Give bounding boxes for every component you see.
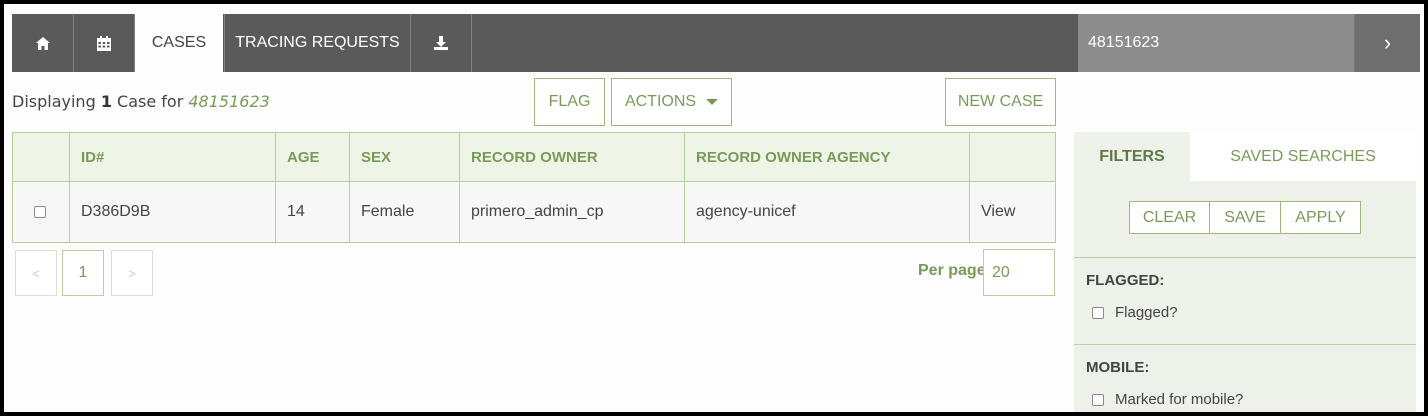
filter-heading-mobile: MOBILE: <box>1086 359 1150 376</box>
new-case-button-label: NEW CASE <box>957 93 1044 110</box>
actions-dropdown-label: ACTIONS <box>624 93 697 110</box>
app-window: CASES TRACING REQUESTS 48151623 › Displa… <box>4 4 1424 412</box>
filter-action-group: CLEAR SAVE APPLY <box>1129 201 1361 234</box>
column-header-select <box>13 133 70 181</box>
home-icon <box>35 36 50 50</box>
row-checkbox[interactable] <box>34 206 46 218</box>
flag-button[interactable]: FLAG <box>534 78 605 126</box>
nav-next-button[interactable]: › <box>1354 14 1420 72</box>
column-header-sex[interactable]: SEX <box>350 133 460 181</box>
tab-cases[interactable]: CASES <box>135 14 223 72</box>
new-case-button[interactable]: NEW CASE <box>945 78 1056 126</box>
actions-dropdown[interactable]: ACTIONS <box>611 78 732 126</box>
summary-middle: Case for <box>111 92 189 111</box>
chevron-right-icon: › <box>1383 30 1392 55</box>
summary-count: 1 <box>100 92 112 111</box>
mobile-checkbox[interactable] <box>1092 393 1104 406</box>
results-summary: Displaying 1 Case for 48151623 <box>12 92 270 111</box>
filter-divider <box>1074 257 1416 258</box>
table-row: D386D9B 14 Female primero_admin_cp agenc… <box>13 182 1055 242</box>
cell-age: 14 <box>276 182 350 242</box>
calendar-icon <box>97 35 111 51</box>
download-icon <box>434 36 448 50</box>
column-header-record-owner-agency[interactable]: RECORD OWNER AGENCY <box>685 133 970 181</box>
per-page-input[interactable]: 20 <box>983 249 1055 296</box>
save-button[interactable]: SAVE <box>1210 202 1281 233</box>
cell-sex: Female <box>350 182 460 242</box>
pagination-prev[interactable]: < <box>15 250 57 296</box>
pagination-next[interactable]: > <box>111 250 153 296</box>
filter-option-flagged[interactable]: Flagged? <box>1092 304 1178 321</box>
tab-cases-label: CASES <box>151 34 207 51</box>
flagged-checkbox[interactable] <box>1092 306 1104 319</box>
mobile-checkbox-label: Marked for mobile? <box>1115 391 1244 408</box>
column-header-age[interactable]: AGE <box>276 133 350 181</box>
cell-record-owner: primero_admin_cp <box>460 182 685 242</box>
nav-search-value[interactable]: 48151623 <box>1088 14 1159 72</box>
row-select-cell <box>13 182 70 242</box>
cell-record-owner-agency: agency-unicef <box>685 182 970 242</box>
column-header-actions <box>970 133 1055 181</box>
calendar-nav-button[interactable] <box>74 14 135 72</box>
view-link[interactable]: View <box>970 182 1055 242</box>
cell-id: D386D9B <box>70 182 276 242</box>
column-header-record-owner[interactable]: RECORD OWNER <box>460 133 685 181</box>
flag-button-label: FLAG <box>548 93 591 110</box>
download-nav-button[interactable] <box>411 14 472 72</box>
tab-tracing-requests-label: TRACING REQUESTS <box>235 34 400 51</box>
tab-filters[interactable]: FILTERS <box>1074 132 1190 181</box>
top-nav: CASES TRACING REQUESTS 48151623 › <box>12 14 1420 72</box>
per-page-label: Per page <box>918 262 986 279</box>
tab-saved-searches[interactable]: SAVED SEARCHES <box>1190 132 1416 181</box>
filters-panel: FILTERS SAVED SEARCHES CLEAR SAVE APPLY … <box>1074 132 1416 412</box>
apply-button[interactable]: APPLY <box>1281 202 1360 233</box>
filter-heading-flagged: FLAGGED: <box>1086 272 1165 289</box>
table-header-row: ID# AGE SEX RECORD OWNER RECORD OWNER AG… <box>13 133 1055 182</box>
filter-option-mobile[interactable]: Marked for mobile? <box>1092 391 1243 408</box>
cases-table: ID# AGE SEX RECORD OWNER RECORD OWNER AG… <box>12 132 1056 243</box>
clear-button[interactable]: CLEAR <box>1130 202 1210 233</box>
tab-tracing-requests[interactable]: TRACING REQUESTS <box>224 14 411 72</box>
summary-query: 48151623 <box>188 92 270 111</box>
nav-search-area: 48151623 › <box>1078 14 1420 72</box>
column-header-id[interactable]: ID# <box>70 133 276 181</box>
filter-divider <box>1074 344 1416 345</box>
caret-down-icon <box>706 99 719 105</box>
summary-prefix: Displaying <box>12 92 101 111</box>
pagination-page-1[interactable]: 1 <box>62 250 104 296</box>
flagged-checkbox-label: Flagged? <box>1115 304 1178 321</box>
home-nav-button[interactable] <box>12 14 74 72</box>
